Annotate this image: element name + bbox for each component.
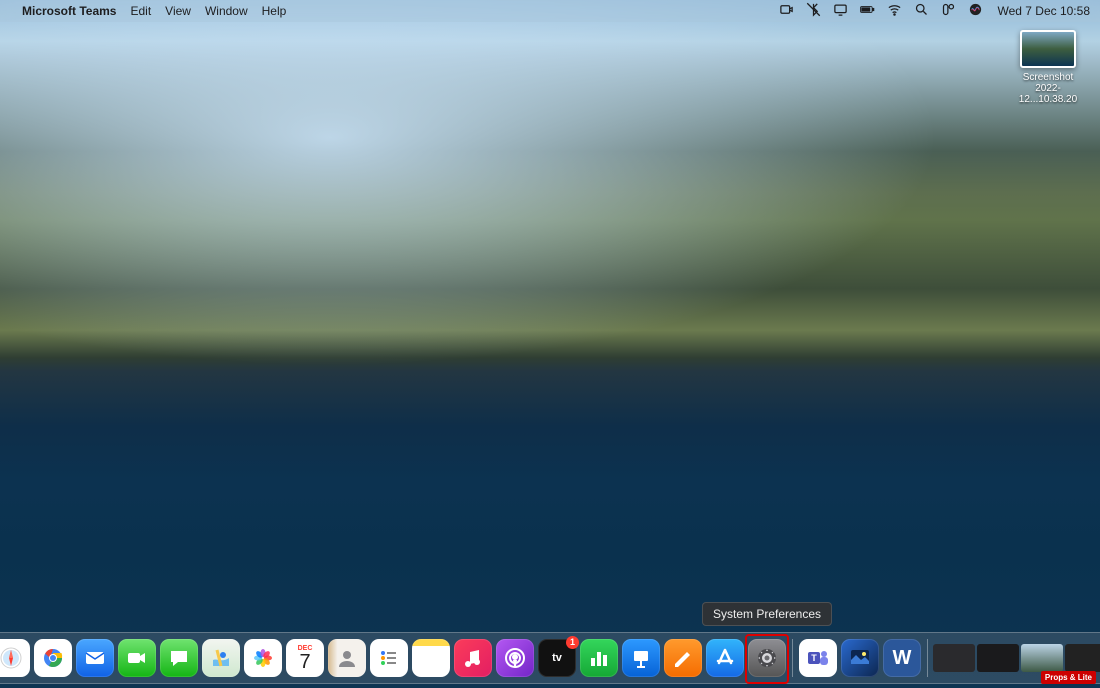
dock-minimized-window[interactable]: [1065, 644, 1100, 672]
dock-preview-icon[interactable]: [841, 639, 879, 677]
dock-facetime-icon[interactable]: [118, 639, 156, 677]
dock-calendar-icon[interactable]: DEC7: [286, 639, 324, 677]
file-thumbnail: [1020, 30, 1076, 68]
menu-view[interactable]: View: [165, 4, 191, 18]
screen-record-icon[interactable]: [779, 2, 794, 20]
dock-numbers-icon[interactable]: [580, 639, 618, 677]
file-name: Screenshot: [1008, 72, 1088, 83]
active-app-name[interactable]: Microsoft Teams: [22, 4, 116, 18]
dock-separator: [927, 639, 928, 677]
wifi-icon[interactable]: [887, 2, 902, 20]
menu-edit[interactable]: Edit: [130, 4, 151, 18]
dock-podcasts-icon[interactable]: [496, 639, 534, 677]
desktop-file-screenshot[interactable]: Screenshot 2022-12...10.38.20: [1008, 30, 1088, 105]
dock-reminders-icon[interactable]: [370, 639, 408, 677]
dock-music-icon[interactable]: [454, 639, 492, 677]
spotlight-icon[interactable]: [914, 2, 929, 20]
dock-app-store-icon[interactable]: [706, 639, 744, 677]
menubar-clock[interactable]: Wed 7 Dec 10:58: [997, 4, 1090, 18]
file-detail: 2022-12...10.38.20: [1008, 83, 1088, 105]
dock-tooltip: System Preferences: [702, 602, 832, 626]
dock-pages-icon[interactable]: [664, 639, 702, 677]
bluetooth-off-icon[interactable]: [806, 2, 821, 20]
battery-icon[interactable]: [860, 2, 875, 20]
dock-maps-icon[interactable]: [202, 639, 240, 677]
watermark-badge: Props & Lite: [1041, 671, 1096, 684]
dock-safari-icon[interactable]: [0, 639, 30, 677]
dock-microsoft-word-icon[interactable]: W: [883, 639, 921, 677]
dock-minimized-window[interactable]: [1021, 644, 1063, 672]
dock-minimized-window[interactable]: [933, 644, 975, 672]
menu-help[interactable]: Help: [262, 4, 287, 18]
annotation-highlight: [745, 634, 789, 684]
dock-keynote-icon[interactable]: [622, 639, 660, 677]
dock: DEC7 tv1 T W: [0, 632, 1100, 684]
dock-photos-icon[interactable]: [244, 639, 282, 677]
dock-mail-icon[interactable]: [76, 639, 114, 677]
dock-tv-icon[interactable]: tv1: [538, 639, 576, 677]
display-icon[interactable]: [833, 2, 848, 20]
dock-contacts-icon[interactable]: [328, 639, 366, 677]
dock-messages-icon[interactable]: [160, 639, 198, 677]
siri-icon[interactable]: [968, 2, 983, 20]
control-center-icon[interactable]: [941, 2, 956, 20]
status-area: Wed 7 Dec 10:58: [779, 2, 1090, 20]
dock-notes-icon[interactable]: [412, 639, 450, 677]
dock-chrome-icon[interactable]: [34, 639, 72, 677]
svg-text:T: T: [811, 653, 817, 663]
menu-window[interactable]: Window: [205, 4, 248, 18]
dock-separator: [792, 639, 793, 677]
menubar: Microsoft Teams Edit View Window Help We…: [0, 0, 1100, 22]
dock-minimized-window[interactable]: [977, 644, 1019, 672]
dock-microsoft-teams-icon[interactable]: T: [799, 639, 837, 677]
